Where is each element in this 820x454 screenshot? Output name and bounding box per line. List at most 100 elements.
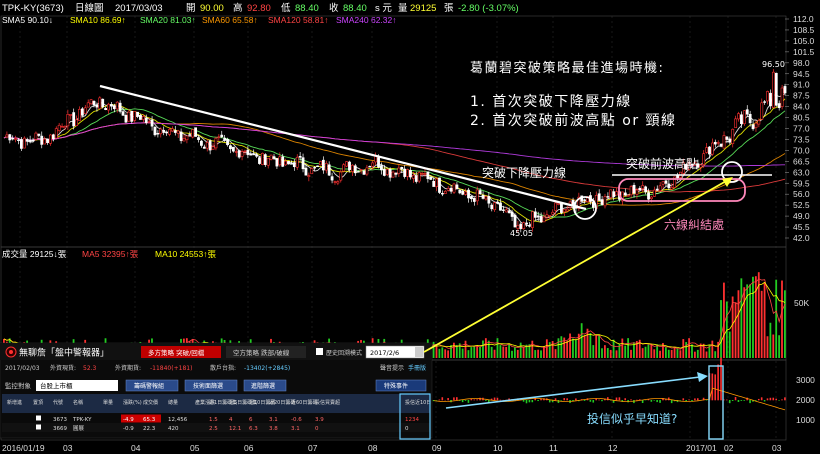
trust-bar (453, 397, 455, 401)
volume-bar (461, 348, 464, 358)
trust-bar (575, 398, 577, 401)
low-value: 88.40 (295, 3, 319, 14)
candle-body (769, 92, 772, 107)
foreign-futures-label: 外資期貨: (115, 364, 141, 372)
candle-body (365, 167, 369, 175)
candle-body (713, 141, 717, 145)
open-value: 90.00 (200, 3, 224, 14)
volume-bar (444, 349, 447, 358)
candle-body (69, 114, 73, 116)
candle-body (11, 137, 15, 140)
candle-body (655, 188, 659, 191)
x-tick-label: 12 (608, 443, 618, 453)
low-label: 低 (281, 2, 291, 14)
volume-bar (505, 346, 508, 358)
candle-body (333, 181, 337, 183)
high-label: 高 (233, 2, 243, 14)
volume-bar (598, 334, 600, 358)
trust-bar (659, 400, 661, 403)
trust-bar (760, 397, 763, 401)
candle-body (156, 133, 160, 135)
candle-body (650, 196, 653, 199)
y-tick-label: 87.5 (793, 91, 810, 101)
candle-body (351, 164, 354, 172)
volume-bar (775, 279, 778, 358)
special-events-button-label: 特殊事件 (384, 382, 408, 390)
trust-bar (537, 400, 539, 402)
candle-body (20, 139, 23, 149)
x-tick-label: 2016/01/19 (2, 443, 45, 453)
volume-bar (723, 282, 725, 358)
candle-body (179, 131, 183, 141)
volume-bar (493, 349, 496, 358)
candle-body (763, 101, 767, 103)
candle-body (287, 160, 290, 165)
candle-body (414, 175, 418, 182)
candle-body (708, 146, 711, 155)
candle-body (551, 211, 555, 215)
volume-bar (752, 276, 754, 358)
date-picker-arrow-icon[interactable] (415, 347, 423, 357)
candle-body (644, 186, 648, 193)
y-tick-label: 112.0 (793, 14, 814, 24)
volume-bar (566, 341, 569, 358)
history-checkbox[interactable] (316, 348, 323, 355)
candle-body (377, 157, 380, 168)
trust-bar (784, 397, 786, 401)
candle-body (490, 204, 494, 210)
volume-bar (740, 278, 743, 358)
trust-bar (757, 398, 760, 401)
candle-body (737, 113, 740, 120)
candle-body (612, 191, 616, 197)
x-tick-label: 08 (368, 443, 378, 453)
candle-body (22, 137, 26, 149)
candle-body (80, 108, 84, 116)
candle-body (249, 153, 253, 156)
ma-legend-item: SMA20 81.03↑ (140, 15, 196, 25)
trust-bar (464, 400, 467, 401)
trust-bar (653, 400, 656, 401)
table-cell: 圓展 (73, 425, 85, 432)
y-tick-label: 52.5 (793, 200, 810, 210)
symbol-label: TPK-KY(3673) (2, 3, 64, 14)
candle-body (777, 103, 781, 108)
manual-link[interactable]: 手冊版 (408, 364, 426, 372)
x-tick-label: 07 (308, 443, 318, 453)
candle-body (223, 137, 227, 141)
volume-bar (772, 334, 775, 358)
volume-unit: 張 (444, 3, 454, 14)
trust-bar (630, 399, 632, 401)
y-tick-label: 66.5 (793, 156, 810, 166)
foreign-spot-label: 外資現貨: (50, 364, 76, 372)
candle-body (290, 163, 293, 165)
trust-bar (522, 400, 525, 402)
volume-bar (615, 350, 618, 358)
trust-bar (755, 400, 757, 401)
volume-bar (464, 340, 467, 358)
candle-body (641, 185, 645, 189)
trust-bar (720, 357, 722, 401)
table-cell: 65.3 (143, 417, 156, 423)
tab-bear-strategy-label: 空方策略 跌部/破線 (233, 348, 290, 357)
sound-label: 聲音提示 (380, 364, 404, 372)
candle-body (86, 102, 90, 108)
volume-bar (630, 349, 632, 358)
candle-body (301, 157, 305, 170)
volume-bar (766, 336, 769, 358)
x-tick-label: 09 (432, 443, 442, 453)
candle-body (560, 203, 563, 213)
volume-bar (769, 322, 772, 358)
candle-body (496, 201, 499, 204)
volume-bar (743, 287, 746, 358)
candle-body (31, 139, 35, 142)
table-cell: 2.5 (209, 426, 218, 432)
candle-body (719, 143, 723, 147)
table-cell: -0.9 (123, 426, 134, 432)
table-cell: 12,456 (168, 417, 188, 423)
table-cell: 1234 (405, 417, 419, 423)
volume-bar (499, 345, 502, 358)
x-tick-label: 03 (772, 443, 782, 453)
volume-bar (470, 347, 473, 358)
candle-body (780, 87, 784, 108)
volume-bar (592, 345, 595, 358)
